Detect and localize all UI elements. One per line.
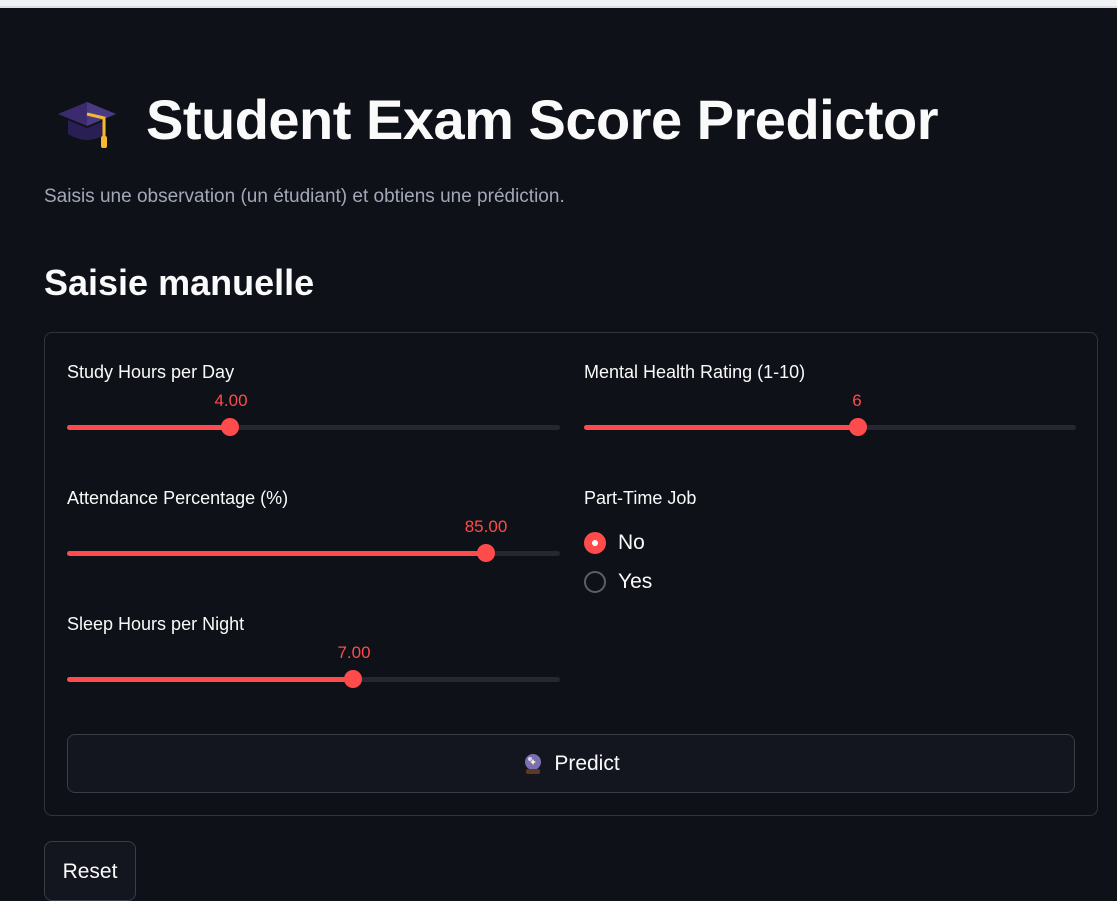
- radio-option-yes[interactable]: Yes: [584, 570, 652, 594]
- slider-fill: [584, 425, 858, 430]
- radio-option-label: No: [618, 531, 645, 554]
- reset-button-label: Reset: [62, 860, 118, 883]
- predict-button-label: Predict: [554, 751, 620, 775]
- mental-health-value: 6: [852, 391, 862, 410]
- page-subtitle: Saisis une observation (un étudiant) et …: [44, 186, 565, 207]
- sleep-hours-value: 7.00: [337, 643, 371, 662]
- app-top-bar-edge: [0, 6, 1117, 8]
- slider-fill: [67, 677, 353, 682]
- section-title: Saisie manuelle: [44, 262, 315, 303]
- page-title-text: Student Exam Score Predictor: [146, 87, 939, 151]
- crystal-ball-icon: [525, 753, 542, 774]
- study-hours-label: Study Hours per Day: [67, 362, 235, 382]
- radio-option-no[interactable]: No: [584, 531, 645, 555]
- slider-thumb[interactable]: [477, 544, 496, 562]
- sleep-hours-label: Sleep Hours per Night: [67, 614, 245, 634]
- reset-button[interactable]: Reset: [44, 841, 136, 901]
- radio-option-label: Yes: [618, 570, 653, 593]
- part-time-job-label: Part-Time Job: [584, 488, 697, 508]
- slider-thumb[interactable]: [343, 670, 362, 688]
- attendance-value: 85.00: [464, 517, 508, 536]
- study-hours-slider[interactable]: [67, 413, 560, 443]
- graduation-cap-icon: [58, 102, 116, 148]
- predict-button[interactable]: Predict: [67, 734, 1075, 793]
- slider-thumb[interactable]: [220, 418, 239, 436]
- radio-button-selected[interactable]: [584, 532, 606, 554]
- mental-health-label: Mental Health Rating (1-10): [584, 362, 806, 382]
- mental-health-slider[interactable]: [584, 413, 1076, 443]
- study-hours-value: 4.00: [214, 391, 248, 410]
- radio-button[interactable]: [584, 571, 606, 593]
- sleep-hours-slider[interactable]: [67, 665, 560, 695]
- slider-fill: [67, 425, 230, 430]
- attendance-slider[interactable]: [67, 539, 560, 569]
- slider-thumb[interactable]: [848, 418, 867, 436]
- attendance-label: Attendance Percentage (%): [67, 488, 289, 508]
- page-title: Student Exam Score Predictor: [52, 84, 939, 154]
- slider-fill: [67, 551, 487, 556]
